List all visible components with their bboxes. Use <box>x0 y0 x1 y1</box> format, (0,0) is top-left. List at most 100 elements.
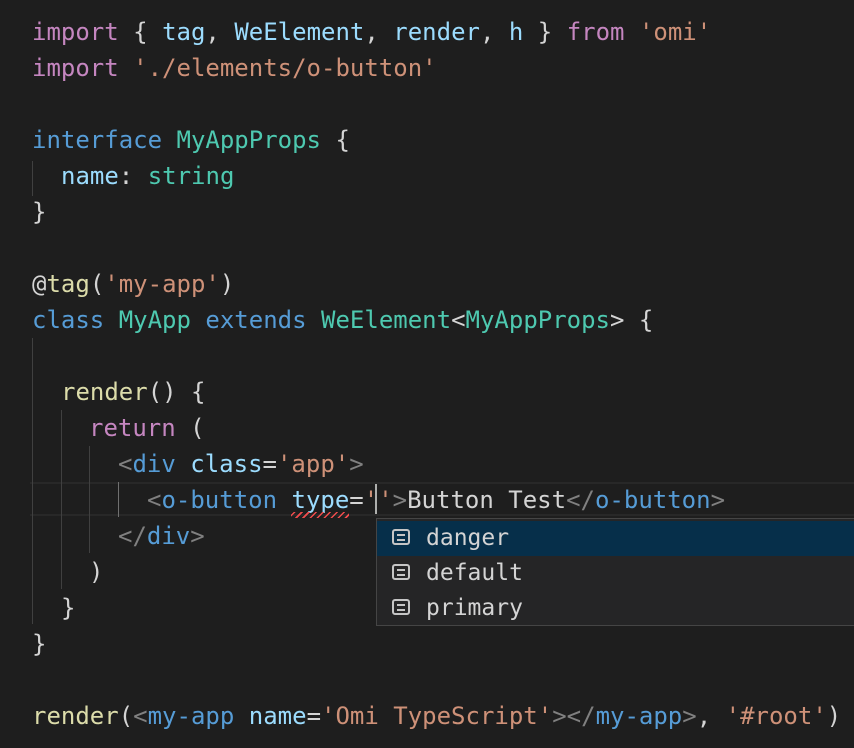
punctuation <box>277 486 291 514</box>
punctuation <box>307 306 321 334</box>
punctuation: ) <box>219 270 235 298</box>
punctuation: @ <box>32 270 47 298</box>
punctuation: { <box>118 18 163 46</box>
function-name: render <box>32 702 119 730</box>
attribute-name: name <box>248 702 307 730</box>
code-line-9: class MyApp extends WeElement<MyAppProps… <box>32 302 653 338</box>
string-literal: '' <box>363 486 393 514</box>
tag-bracket: </ <box>118 522 147 550</box>
punctuation <box>162 126 176 154</box>
punctuation: ( <box>89 270 105 298</box>
string-literal: 'my-app' <box>104 270 220 298</box>
indent-guide <box>89 446 90 553</box>
punctuation: ) <box>89 558 104 586</box>
suggestion-label: primary <box>426 595 523 621</box>
punctuation: < <box>451 306 466 334</box>
code-line-20: render(<my-app name='Omi TypeScript'></m… <box>32 698 841 734</box>
identifier: WeElement <box>234 18 365 46</box>
code-line-18: } <box>32 626 46 662</box>
punctuation: } <box>523 18 567 46</box>
punctuation: } <box>32 630 47 658</box>
punctuation <box>119 54 133 82</box>
suggestion-item-default[interactable]: default <box>377 556 854 591</box>
code-line-6: } <box>32 194 46 230</box>
indent-guide <box>32 338 33 624</box>
keyword: import <box>32 18 119 46</box>
punctuation: , <box>696 702 726 730</box>
property-name: name <box>61 162 119 190</box>
tag-name: div <box>132 450 176 478</box>
code-line-1: import { tag, WeElement, render, h } fro… <box>32 14 711 50</box>
keyword: class <box>32 306 105 334</box>
punctuation: ( <box>175 414 205 442</box>
keyword: from <box>566 18 625 46</box>
punctuation: : <box>118 162 148 190</box>
punctuation <box>625 18 639 46</box>
string-literal: '#root' <box>725 702 827 730</box>
tag-name: o-button <box>594 486 711 514</box>
identifier: h <box>508 18 524 46</box>
code-line-15: </div> <box>118 518 205 554</box>
suggestion-label: default <box>426 560 523 586</box>
punctuation: ) <box>826 702 842 730</box>
code-line-5: name: string <box>61 158 234 194</box>
enum-member-icon <box>392 529 410 545</box>
tag-bracket: > <box>710 486 726 514</box>
jsx-text: Button Test <box>407 486 567 514</box>
punctuation: { <box>321 126 350 154</box>
suggestion-widget: danger default primary <box>376 518 854 626</box>
code-line-12: return ( <box>89 410 205 446</box>
enum-member-icon <box>392 564 410 580</box>
code-line-2: import './elements/o-button' <box>32 50 437 86</box>
keyword: return <box>89 414 176 442</box>
attribute-name: type <box>291 486 350 514</box>
method-name: render <box>61 378 148 406</box>
punctuation: } <box>32 198 47 226</box>
text-cursor <box>375 484 377 514</box>
suggestion-item-primary[interactable]: primary <box>377 591 854 626</box>
identifier: tag <box>162 18 206 46</box>
string-literal: 'app' <box>276 450 350 478</box>
punctuation: = <box>262 450 277 478</box>
tag-name: my-app <box>147 702 235 730</box>
suggestion-label: danger <box>426 525 510 551</box>
type-name: MyApp <box>118 306 191 334</box>
suggestion-item-danger[interactable]: danger <box>377 521 854 556</box>
punctuation: ( <box>118 702 134 730</box>
tag-bracket: > <box>190 522 205 550</box>
type-name: WeElement <box>321 306 452 334</box>
type-name: string <box>147 162 235 190</box>
indent-guide <box>118 482 119 517</box>
code-line-8: @tag('my-app') <box>32 266 234 302</box>
indent-guide <box>61 410 62 589</box>
punctuation: , <box>479 18 509 46</box>
type-name: MyAppProps <box>176 126 322 154</box>
code-line-4: interface MyAppProps { <box>32 122 350 158</box>
punctuation: > { <box>610 306 654 334</box>
punctuation <box>191 306 205 334</box>
tag-bracket: < <box>118 450 133 478</box>
punctuation: = <box>306 702 322 730</box>
string-literal: 'omi' <box>638 18 712 46</box>
punctuation <box>234 702 248 730</box>
tag-name: my-app <box>595 702 683 730</box>
code-line-14[interactable]: <o-button type=''>Button Test</o-button> <box>147 482 725 518</box>
error-squiggle[interactable] <box>291 512 349 518</box>
decorator-name: tag <box>46 270 90 298</box>
punctuation: () { <box>147 378 206 406</box>
tag-bracket: ></ <box>552 702 596 730</box>
code-line-16: ) <box>89 554 103 590</box>
string-literal: 'Omi TypeScript' <box>321 702 553 730</box>
enum-member-icon <box>392 599 410 615</box>
tag-name: div <box>146 522 191 550</box>
tag-bracket: < <box>147 486 162 514</box>
punctuation <box>176 450 190 478</box>
attribute-name: class <box>190 450 263 478</box>
code-line-11: render() { <box>61 374 206 410</box>
identifier: render <box>393 18 480 46</box>
keyword: import <box>32 54 119 82</box>
code-editor[interactable]: import { tag, WeElement, render, h } fro… <box>0 0 854 748</box>
keyword: extends <box>205 306 307 334</box>
keyword: interface <box>32 126 163 154</box>
indent-guide <box>32 161 33 196</box>
